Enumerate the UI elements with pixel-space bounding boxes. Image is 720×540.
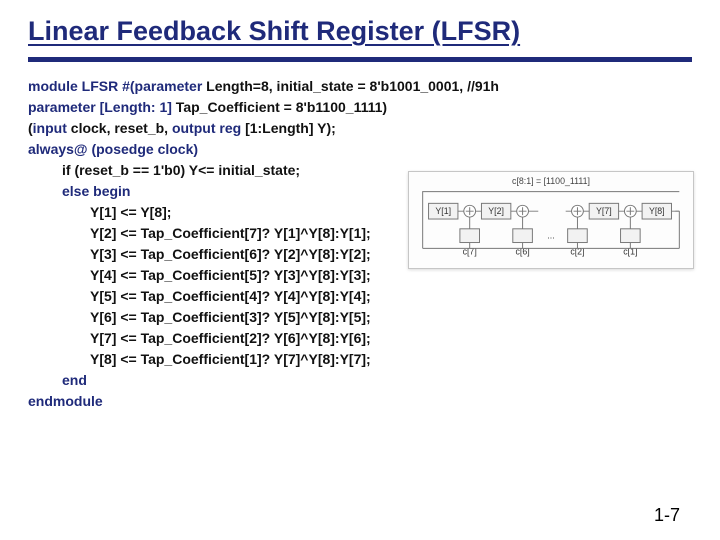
t: initial_state = 8'b1001_0001, //91h	[273, 78, 499, 94]
reg-label: Y[8]	[649, 206, 665, 216]
code-line: module LFSR #(parameter Length=8, initia…	[28, 76, 692, 97]
kw-input: input	[33, 120, 67, 136]
code-line: parameter [Length: 1] Tap_Coefficient = …	[28, 97, 692, 118]
reg-label: Y[1]	[435, 206, 451, 216]
lfsr-diagram: c[8:1] = [1100_1111] Y[1] Y[2] Y[7] Y[8]	[408, 171, 694, 269]
tap-ellipsis: ...	[547, 231, 554, 241]
t: Length=8,	[202, 78, 272, 94]
title-underline	[28, 57, 692, 62]
code-line: end	[28, 370, 692, 391]
t: clock, reset_b,	[67, 120, 172, 136]
reg-label: Y[7]	[596, 206, 612, 216]
t: Tap_Coefficient = 8'b1100_1111)	[172, 99, 387, 115]
code-line: Y[8] <= Tap_Coefficient[1]? Y[7]^Y[8]:Y[…	[28, 349, 692, 370]
reg-label: Y[2]	[488, 206, 504, 216]
t: [1:Length] Y);	[245, 120, 336, 136]
kw-parameter: parameter [Length: 1]	[28, 99, 172, 115]
kw-end: end	[62, 372, 87, 388]
code-line: always@ (posedge clock)	[28, 139, 692, 160]
code-line: Y[5] <= Tap_Coefficient[4]? Y[4]^Y[8]:Y[…	[28, 286, 692, 307]
code-line: Y[6] <= Tap_Coefficient[3]? Y[5]^Y[8]:Y[…	[28, 307, 692, 328]
kw-always: always@ (posedge clock)	[28, 141, 198, 157]
code-line: endmodule	[28, 391, 692, 412]
code-line: (input clock, reset_b, output reg [1:Len…	[28, 118, 692, 139]
page-number: 1-7	[654, 505, 680, 526]
kw-module: module LFSR #(parameter	[28, 78, 202, 94]
slide-title: Linear Feedback Shift Register (LFSR)	[28, 16, 692, 47]
diagram-caption: c[8:1] = [1100_1111]	[512, 176, 590, 186]
kw-else-begin: else begin	[62, 183, 130, 199]
code-line: Y[7] <= Tap_Coefficient[2]? Y[6]^Y[8]:Y[…	[28, 328, 692, 349]
kw-output: output reg	[172, 120, 245, 136]
kw-endmodule: endmodule	[28, 393, 103, 409]
